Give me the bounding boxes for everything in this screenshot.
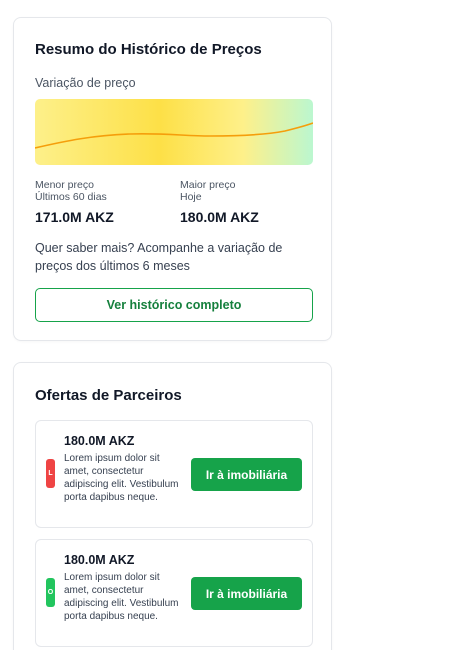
lowest-price-period: Últimos 60 dias [35, 191, 107, 203]
lowest-price-stat: Menor preço Últimos 60 dias 171.0M AKZ [35, 179, 155, 225]
lowest-price-value: 171.0M AKZ [35, 209, 114, 225]
agency-logo-icon: O [46, 578, 55, 607]
offer-price: 180.0M AKZ [64, 553, 135, 567]
highest-price-value: 180.0M AKZ [180, 209, 259, 225]
agency-logo-icon: L [46, 459, 55, 488]
price-chart-svg [35, 99, 313, 165]
view-full-history-button[interactable]: Ver histórico completo [35, 288, 313, 322]
partner-offer: O 180.0M AKZ Lorem ipsum dolor sit amet,… [35, 539, 313, 647]
lowest-price-label: Menor preço [35, 179, 94, 191]
price-history-title: Resumo do Histórico de Preços [35, 41, 262, 58]
chart-background [35, 99, 313, 165]
price-variation-chart [35, 99, 313, 165]
highest-price-label: Maior preço [180, 179, 236, 191]
go-to-agency-button[interactable]: Ir à imobiliária [191, 458, 302, 491]
go-to-agency-button[interactable]: Ir à imobiliária [191, 577, 302, 610]
partner-offers-title: Ofertas de Parceiros [35, 387, 182, 404]
offer-description: Lorem ipsum dolor sit amet, consectetur … [64, 453, 179, 503]
highest-price-period: Hoje [180, 191, 202, 203]
offer-price: 180.0M AKZ [64, 434, 135, 448]
partner-offer: L 180.0M AKZ Lorem ipsum dolor sit amet,… [35, 420, 313, 528]
history-info-text: Quer saber mais? Acompanhe a variação de… [35, 241, 283, 273]
highest-price-stat: Maior preço Hoje 180.0M AKZ [180, 179, 300, 225]
offer-description: Lorem ipsum dolor sit amet, consectetur … [64, 572, 179, 622]
price-variation-label: Variação de preço [35, 76, 136, 90]
price-history-card: Resumo do Histórico de Preços Variação d… [13, 17, 332, 341]
partner-offers-card: Ofertas de Parceiros L 180.0M AKZ Lorem … [13, 362, 332, 650]
